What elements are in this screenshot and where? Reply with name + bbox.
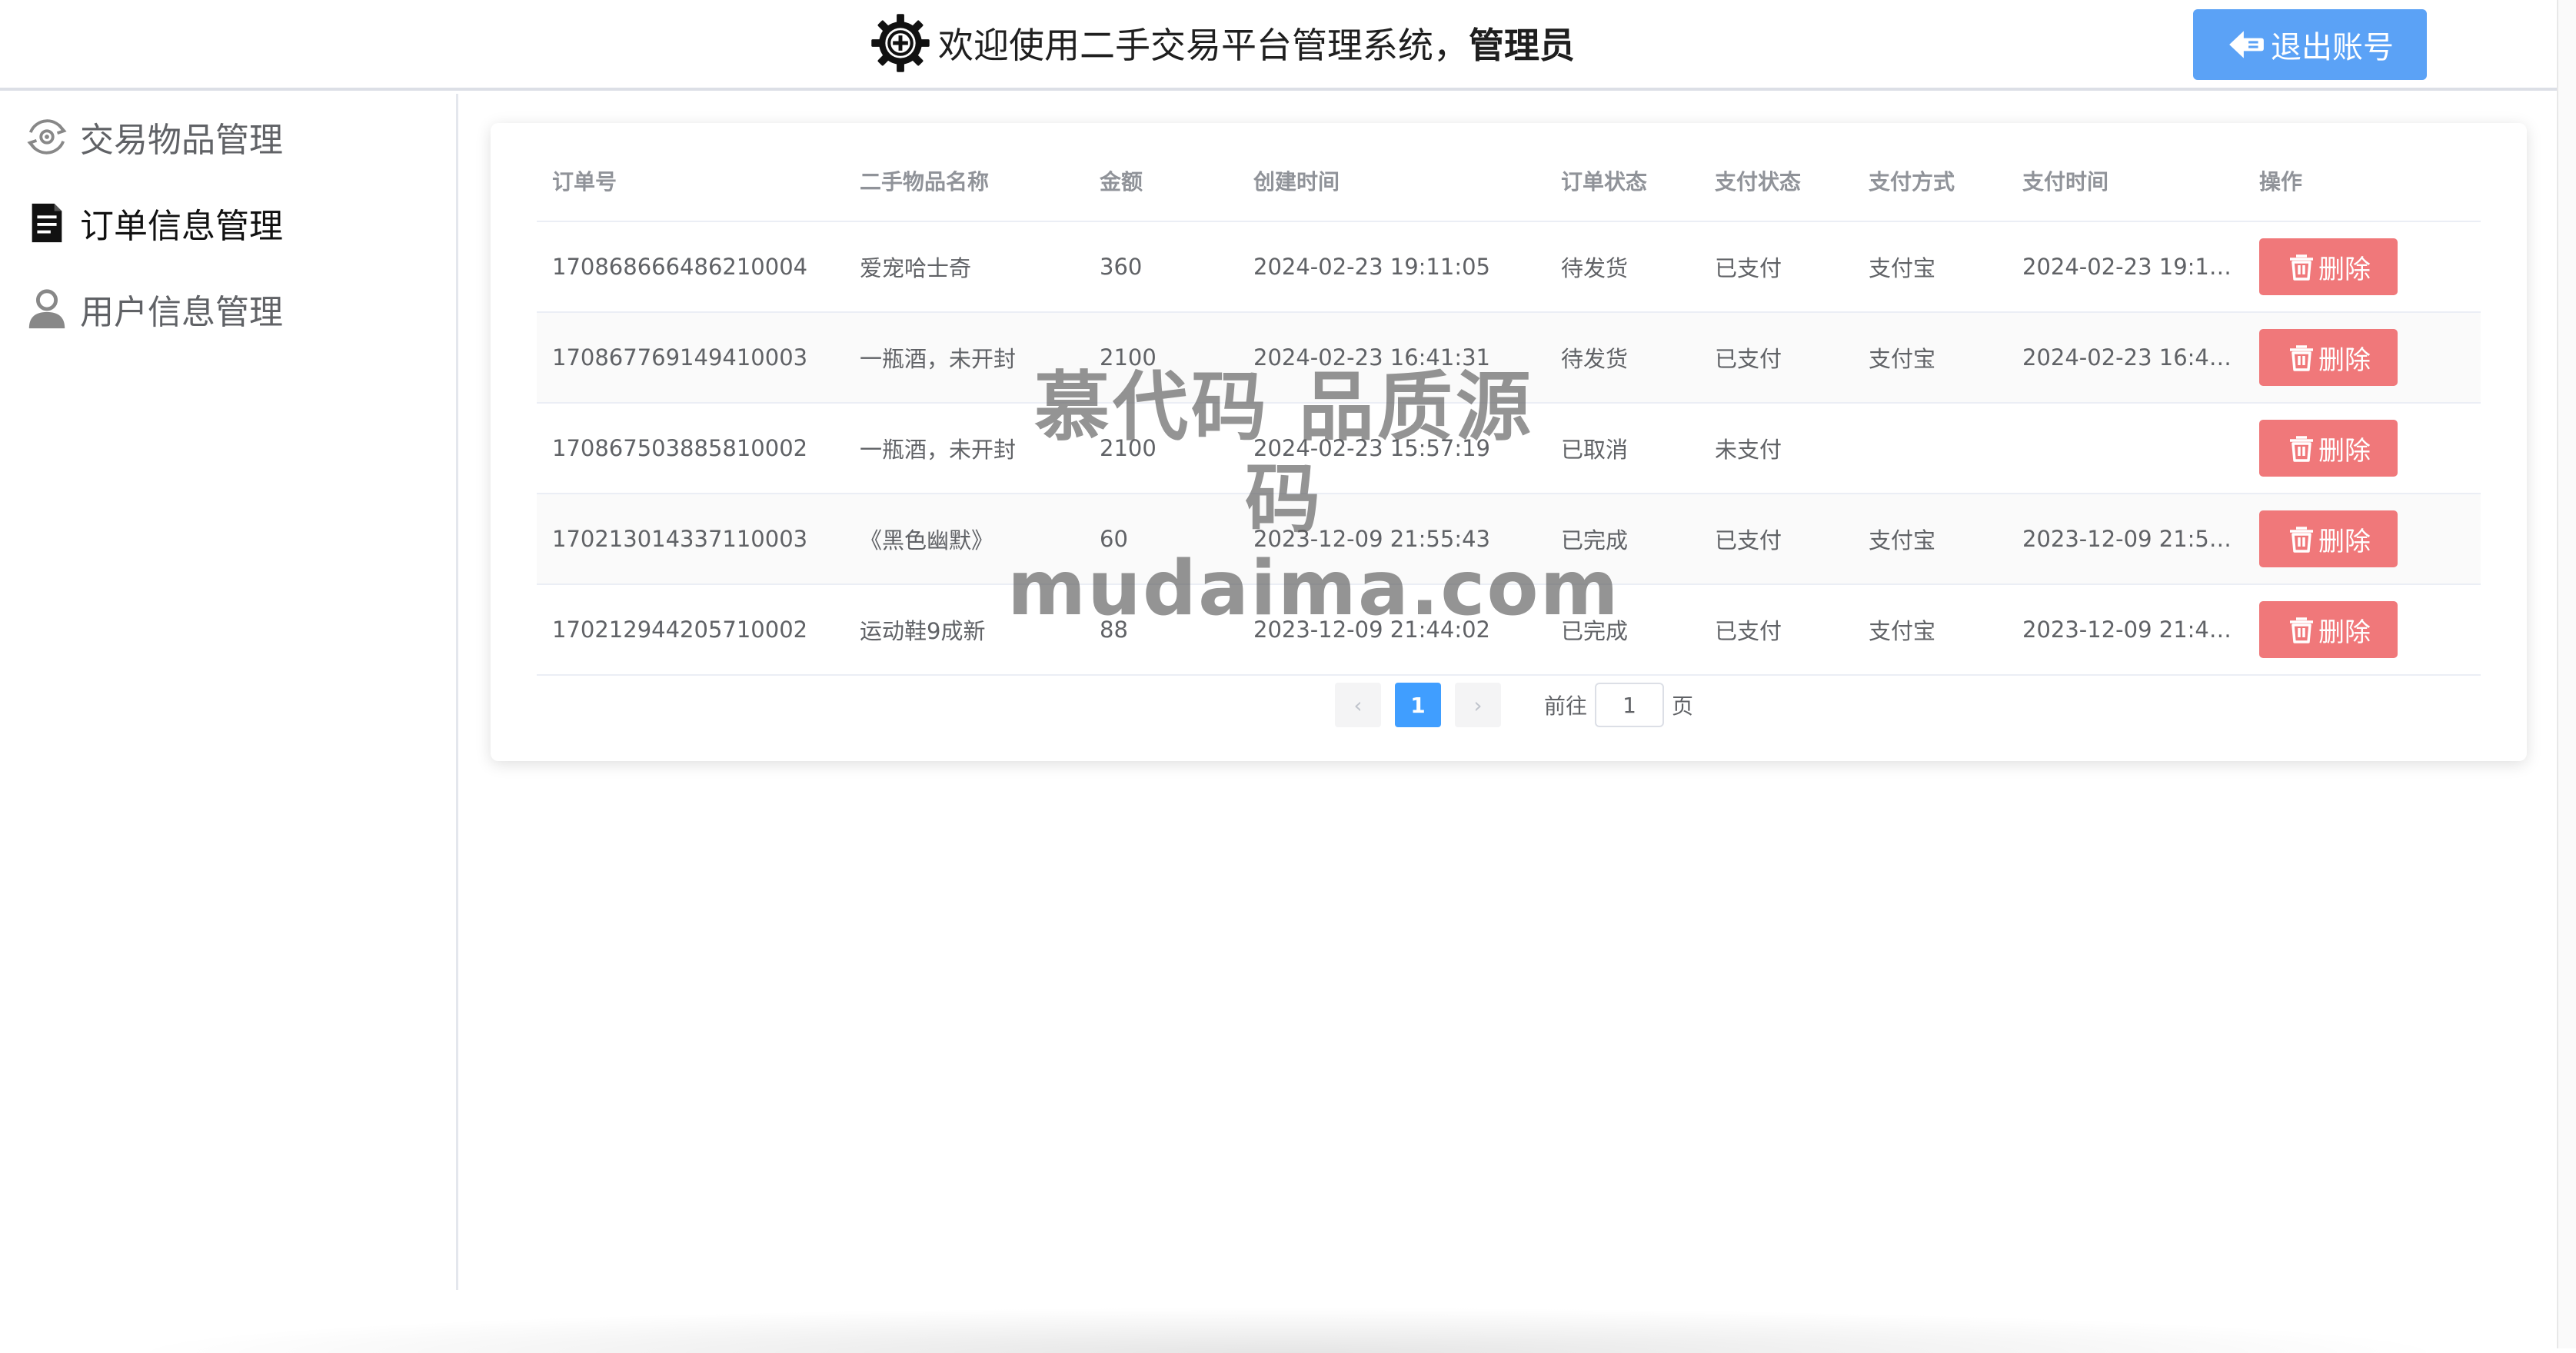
trash-icon: [2290, 617, 2313, 643]
column-header: 支付时间: [2007, 140, 2244, 222]
pay-status: 已支付: [1699, 584, 1853, 676]
created-time: 2024-02-23 19:11:05: [1238, 221, 1546, 313]
delete-label: 删除: [2318, 617, 2371, 648]
amount: 60: [1084, 494, 1238, 585]
sidebar-item-orders[interactable]: 订单信息管理: [0, 180, 456, 266]
pay-time: 2023-12-09 21:55:43: [2007, 494, 2244, 585]
table-row: 170867503885810002 一瓶酒，未开封 2100 2024-02-…: [537, 403, 2481, 494]
delete-button[interactable]: 删除: [2259, 238, 2398, 295]
pay-method: [1853, 403, 2007, 494]
item-name: 运动鞋9成新: [844, 584, 1084, 676]
column-header: 金额: [1084, 140, 1238, 222]
order-number: 170868666486210004: [537, 221, 844, 313]
order-number: 170213014337110003: [537, 494, 844, 585]
eye-cycle-icon: [27, 119, 67, 155]
column-header: 操作: [2244, 140, 2481, 222]
order-number: 170867503885810002: [537, 403, 844, 494]
welcome-title: 欢迎使用二手交易平台管理系统， 管理员: [869, 11, 1575, 75]
order-status: 待发货: [1546, 221, 1699, 313]
order-status: 待发货: [1546, 312, 1699, 404]
delete-label: 删除: [2318, 254, 2371, 285]
created-time: 2024-02-23 16:41:31: [1238, 312, 1546, 404]
table-row: 170867769149410003 一瓶酒，未开封 2100 2024-02-…: [537, 312, 2481, 404]
delete-button[interactable]: 删除: [2259, 601, 2398, 658]
bottom-shadow: [115, 1307, 2461, 1353]
orders-card: 订单号 二手物品名称 金额 创建时间 订单状态 支付状态 支付方式 支付时间 操…: [491, 123, 2527, 761]
created-time: 2023-12-09 21:55:43: [1238, 494, 1546, 585]
gear-icon: [871, 14, 930, 72]
page-number-button[interactable]: 1: [1395, 683, 1441, 727]
trash-icon: [2290, 345, 2313, 371]
table-row: 170868666486210004 爱宠哈士奇 360 2024-02-23 …: [537, 221, 2481, 313]
created-time: 2023-12-09 21:44:02: [1238, 584, 1546, 676]
pay-time: 2023-12-09 21:44:02: [2007, 584, 2244, 676]
sidebar: 交易物品管理 订单信息管理 用户信息管理: [0, 94, 458, 1290]
column-header: 订单号: [537, 140, 844, 222]
delete-button[interactable]: 删除: [2259, 510, 2398, 567]
table-row: 170213014337110003 《黑色幽默》 60 2023-12-09 …: [537, 494, 2481, 585]
column-header: 订单状态: [1546, 140, 1699, 222]
logout-button[interactable]: 退出账号: [2193, 9, 2427, 80]
order-status: 已取消: [1546, 403, 1699, 494]
pay-time: 2024-02-23 16:41:31: [2007, 312, 2244, 404]
created-time: 2024-02-23 15:57:19: [1238, 403, 1546, 494]
column-header: 二手物品名称: [844, 140, 1084, 222]
pay-status: 已支付: [1699, 312, 1853, 404]
item-name: 《黑色幽默》: [844, 494, 1084, 585]
document-icon: [32, 203, 62, 243]
pay-status: 未支付: [1699, 403, 1853, 494]
pay-method: 支付宝: [1853, 221, 2007, 313]
sidebar-item-label: 用户信息管理: [80, 293, 283, 332]
welcome-text: 欢迎使用二手交易平台管理系统，: [938, 25, 1469, 66]
column-header: 创建时间: [1238, 140, 1546, 222]
pay-status: 已支付: [1699, 221, 1853, 313]
user-icon: [28, 289, 65, 329]
trash-icon: [2290, 436, 2313, 462]
page-suffix: 页: [1672, 693, 1694, 719]
order-number: 170867769149410003: [537, 312, 844, 404]
delete-button[interactable]: 删除: [2259, 420, 2398, 477]
amount: 88: [1084, 584, 1238, 676]
table-row: 170212944205710002 运动鞋9成新 88 2023-12-09 …: [537, 584, 2481, 676]
sidebar-item-goods[interactable]: 交易物品管理: [0, 94, 456, 180]
goto-label: 前往: [1544, 693, 1588, 719]
order-status: 已完成: [1546, 584, 1699, 676]
column-header: 支付方式: [1853, 140, 2007, 222]
orders-table: 订单号 二手物品名称 金额 创建时间 订单状态 支付状态 支付方式 支付时间 操…: [537, 140, 2481, 676]
pay-status: 已支付: [1699, 494, 1853, 585]
amount: 2100: [1084, 312, 1238, 404]
item-name: 一瓶酒，未开封: [844, 403, 1084, 494]
order-number: 170212944205710002: [537, 584, 844, 676]
order-status: 已完成: [1546, 494, 1699, 585]
top-header: 欢迎使用二手交易平台管理系统， 管理员 退出账号: [0, 0, 2557, 91]
goto-page-input[interactable]: [1595, 683, 1665, 727]
item-name: 一瓶酒，未开封: [844, 312, 1084, 404]
trash-icon: [2290, 254, 2313, 281]
pay-method: 支付宝: [1853, 312, 2007, 404]
arrow-left-icon: [2229, 31, 2264, 58]
pagination: ‹ 1 › 前往 页: [1335, 683, 1693, 727]
column-header: 支付状态: [1699, 140, 1853, 222]
trash-icon: [2290, 527, 2313, 553]
pay-time: 2024-02-23 19:11:05: [2007, 221, 2244, 313]
prev-page-button[interactable]: ‹: [1335, 683, 1381, 727]
amount: 2100: [1084, 403, 1238, 494]
window-scrollbar[interactable]: [2557, 0, 2576, 1348]
next-page-button[interactable]: ›: [1455, 683, 1501, 727]
pay-time: [2007, 403, 2244, 494]
pay-method: 支付宝: [1853, 584, 2007, 676]
sidebar-item-label: 订单信息管理: [80, 207, 283, 246]
delete-label: 删除: [2318, 435, 2371, 467]
pay-method: 支付宝: [1853, 494, 2007, 585]
logout-label: 退出账号: [2271, 30, 2394, 65]
amount: 360: [1084, 221, 1238, 313]
role-text: 管理员: [1469, 25, 1575, 66]
sidebar-item-users[interactable]: 用户信息管理: [0, 266, 456, 352]
table-header-row: 订单号 二手物品名称 金额 创建时间 订单状态 支付状态 支付方式 支付时间 操…: [537, 140, 2481, 222]
item-name: 爱宠哈士奇: [844, 221, 1084, 313]
sidebar-item-label: 交易物品管理: [80, 121, 283, 160]
delete-button[interactable]: 删除: [2259, 329, 2398, 386]
delete-label: 删除: [2318, 526, 2371, 557]
delete-label: 删除: [2318, 344, 2371, 376]
